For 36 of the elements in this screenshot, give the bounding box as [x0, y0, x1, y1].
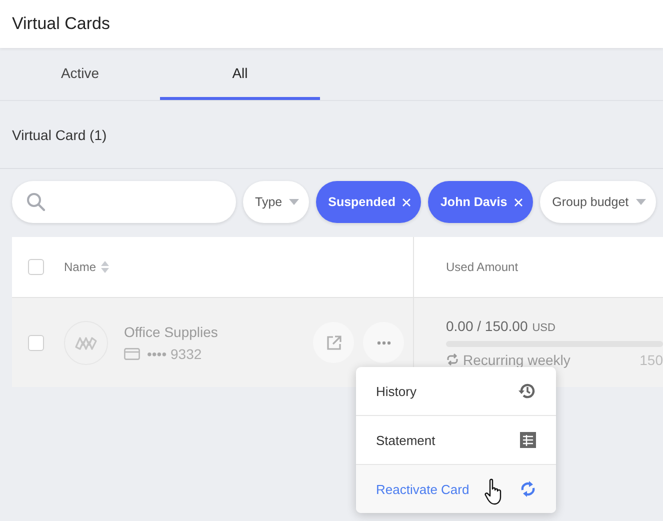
sort-icon[interactable] [101, 260, 110, 274]
open-button[interactable] [313, 322, 354, 363]
filter-dropdown[interactable]: Group budget [540, 181, 656, 223]
search-icon [26, 192, 46, 212]
checkbox[interactable] [28, 259, 44, 275]
filter-dropdown[interactable]: Type [243, 181, 310, 223]
menu-item[interactable]: Reactivate Card [356, 465, 556, 513]
tab[interactable]: Active [0, 48, 160, 100]
repeat-icon [446, 353, 459, 366]
card-avatar [64, 320, 108, 364]
card-icon [124, 348, 140, 360]
close-icon[interactable] [402, 198, 412, 206]
close-icon[interactable] [514, 198, 524, 206]
search-field[interactable] [12, 181, 236, 223]
history-icon [518, 382, 536, 400]
section-title: Virtual Card (1) [12, 126, 107, 142]
filter-chip[interactable]: Suspended [316, 181, 422, 223]
menu-item[interactable]: History [356, 367, 556, 416]
card-name: Office Supplies [124, 324, 219, 340]
column-header[interactable]: Used Amount [446, 260, 518, 274]
used-amount: 0.00 / 150.00 [446, 318, 528, 334]
filter-chip[interactable]: John Davis [428, 181, 534, 223]
external-link-icon [326, 334, 342, 350]
table-icon [520, 432, 536, 448]
tab[interactable]: All [160, 48, 320, 100]
refresh-icon [520, 480, 536, 498]
currency: USD [532, 322, 556, 334]
column-header[interactable]: Name [64, 260, 96, 274]
more-button[interactable] [363, 322, 404, 363]
more-icon [376, 340, 390, 344]
page-title: Virtual Cards [12, 14, 110, 34]
card-number: •••• 9332 [147, 346, 202, 362]
caret-icon [289, 199, 300, 205]
checkbox[interactable] [28, 334, 44, 350]
recurrence: Recurring weekly [463, 352, 572, 368]
caret-icon [636, 199, 646, 205]
